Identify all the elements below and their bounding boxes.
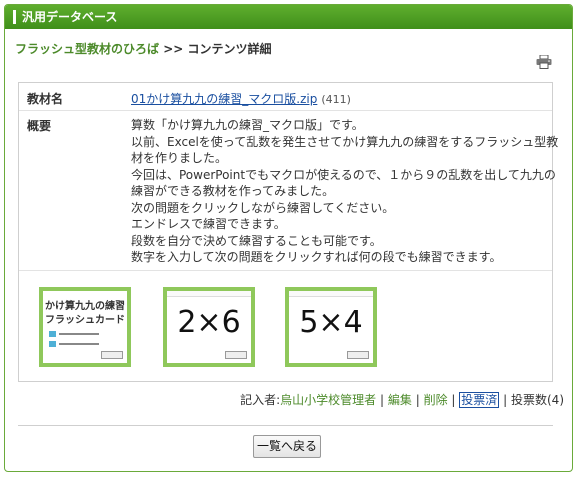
file-size: (411) bbox=[321, 93, 351, 106]
vote-count: 投票数(4) bbox=[511, 393, 564, 407]
panel-title: 汎用データベース bbox=[22, 10, 118, 24]
breadcrumb-current: コンテンツ詳細 bbox=[187, 42, 272, 56]
thumbnail-title-slide[interactable]: かけ算九九の練習 フラッシュカード bbox=[39, 287, 131, 367]
footer-separator: | bbox=[503, 393, 508, 407]
breadcrumb: フラッシュ型教材のひろば >> コンテンツ詳細 bbox=[15, 40, 272, 57]
summary-text: 算数「かけ算九九の練習_マクロ版」です。 以前、Excelを使って乱数を発生させ… bbox=[131, 117, 559, 266]
summary-line: 段数を自分で決めて練習することも可能です。 bbox=[131, 233, 382, 248]
breadcrumb-separator: >> bbox=[163, 42, 184, 56]
thumbnail-marker bbox=[49, 331, 56, 337]
thumbnail-problem: 5×4 bbox=[299, 305, 363, 340]
footer-separator: | bbox=[451, 393, 456, 407]
summary-line: 以前、Excelを使って乱数を発生させてかけ算九九の練習をするフラッシュ型教 bbox=[131, 134, 559, 149]
detail-row-name: 教材名 01かけ算九九の練習_マクロ版.zip (411) bbox=[19, 83, 552, 111]
edit-link[interactable]: 編集 bbox=[388, 393, 412, 407]
breadcrumb-parent-link[interactable]: フラッシュ型教材のひろば bbox=[15, 42, 159, 56]
summary-line: 今回は、PowerPointでもマクロが使えるので、１から９の乱数を出して九九の bbox=[131, 167, 556, 182]
footer-separator: | bbox=[379, 393, 385, 407]
file-value: 01かけ算九九の練習_マクロ版.zip (411) bbox=[131, 90, 351, 107]
voted-badge[interactable]: 投票済 bbox=[459, 392, 500, 408]
summary-line: 次の問題をクリックしながら練習してください。 bbox=[131, 200, 395, 215]
content-detail-table: 教材名 01かけ算九九の練習_マクロ版.zip (411) 概要 算数「かけ算九九… bbox=[18, 82, 559, 382]
thumbnail-line bbox=[59, 333, 99, 335]
thumbnail-topbar bbox=[167, 291, 251, 297]
thumbnail-button bbox=[347, 351, 369, 359]
file-download-link[interactable]: 01かけ算九九の練習_マクロ版.zip bbox=[131, 92, 317, 106]
thumbnail-marker bbox=[49, 341, 56, 347]
summary-line: 数字を入力して次の問題をクリックすれば何の段でも練習できます。 bbox=[131, 250, 502, 264]
thumbnail-slide-2x6[interactable]: 2×6 bbox=[163, 287, 255, 367]
footer-separator: | bbox=[415, 393, 420, 407]
thumbnail-button bbox=[225, 351, 247, 359]
header-bar-marker bbox=[13, 9, 16, 24]
entry-footer: 記入者:烏山小学校管理者 | 編集 | 削除 | 投票済 | 投票数(4) bbox=[240, 391, 564, 408]
panel-header: 汎用データベース bbox=[5, 5, 572, 29]
thumbnail-button bbox=[101, 351, 123, 359]
summary-line: 材を作りました。 bbox=[131, 151, 228, 165]
thumbnail-line bbox=[59, 343, 99, 345]
name-label: 教材名 bbox=[27, 92, 64, 106]
back-to-list-button[interactable]: 一覧へ戻る bbox=[253, 435, 321, 458]
thumbnail-slide-5x4[interactable]: 5×4 bbox=[285, 287, 377, 367]
delete-link[interactable]: 削除 bbox=[424, 393, 448, 407]
summary-line: 算数「かけ算九九の練習_マクロ版」です。 bbox=[131, 118, 364, 132]
author-link[interactable]: 烏山小学校管理者 bbox=[280, 393, 376, 407]
thumbnail-topbar bbox=[289, 291, 373, 297]
detail-row-thumbnails: かけ算九九の練習 フラッシュカード 2×6 5×4 bbox=[19, 271, 552, 381]
thumbnail-title-text: かけ算九九の練習 bbox=[45, 301, 125, 312]
author-label: 記入者: bbox=[240, 393, 281, 407]
summary-line: 練習ができる教材を作ってみました。 bbox=[131, 184, 335, 198]
divider bbox=[18, 425, 553, 426]
detail-row-summary: 概要 算数「かけ算九九の練習_マクロ版」です。 以前、Excelを使って乱数を発… bbox=[19, 111, 559, 271]
thumbnail-subtitle-text: フラッシュカード bbox=[45, 315, 125, 326]
thumbnail-problem: 2×6 bbox=[177, 305, 241, 340]
summary-label: 概要 bbox=[27, 119, 52, 133]
summary-line: エンドレスで練習できます。 bbox=[131, 217, 286, 231]
printer-icon[interactable] bbox=[536, 55, 552, 69]
